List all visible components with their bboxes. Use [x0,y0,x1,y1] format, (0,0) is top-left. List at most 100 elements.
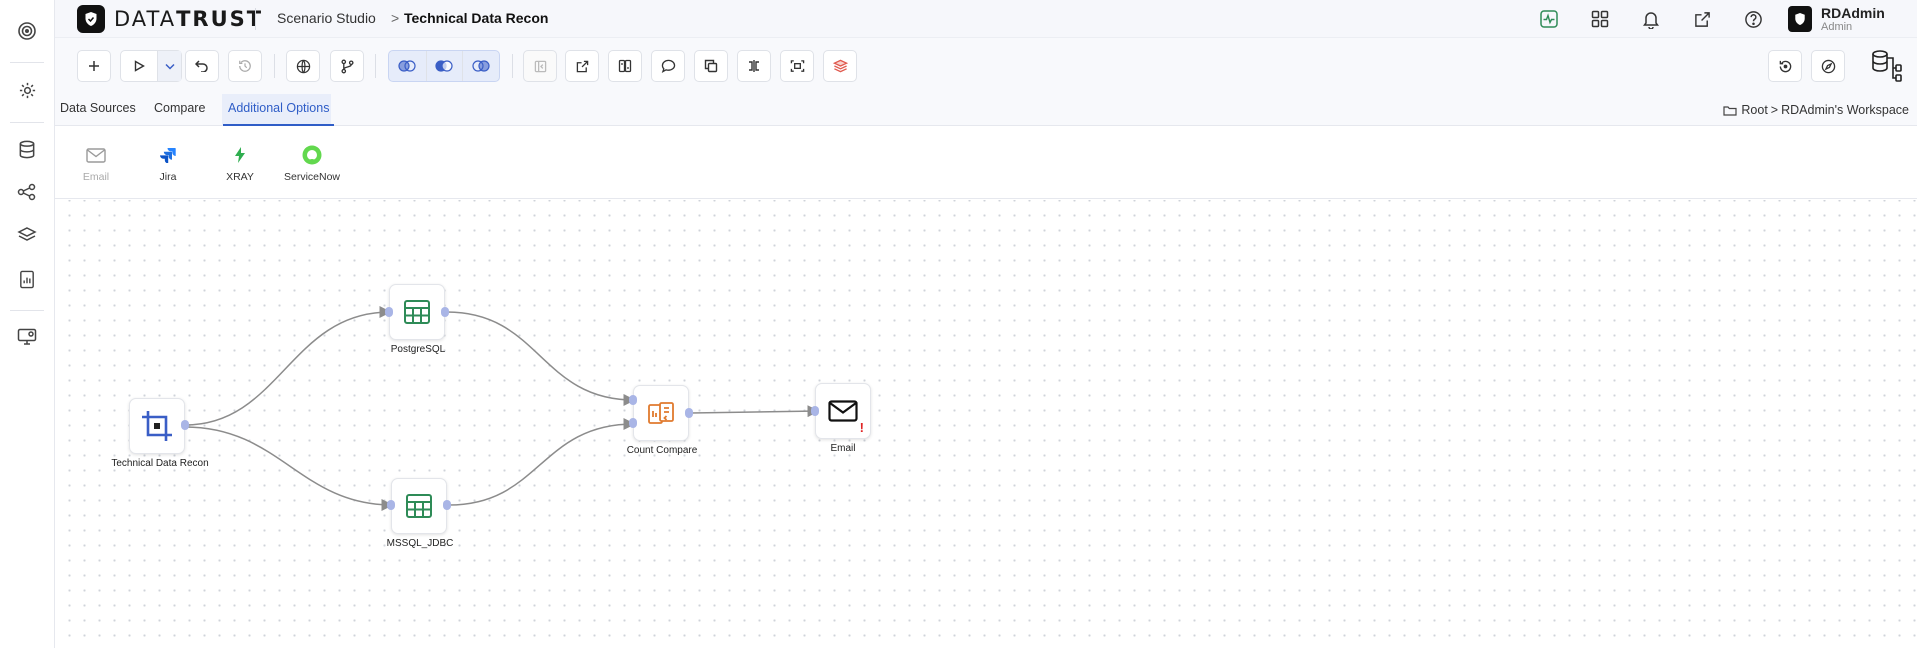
user-menu[interactable]: RDAdmin Admin [1788,4,1917,34]
table-grid-icon [404,300,430,324]
monitor-settings-icon[interactable] [12,322,42,352]
workspace-root[interactable]: Root [1741,103,1767,117]
add-button[interactable] [77,50,111,82]
run-button[interactable] [121,51,157,81]
node-label: Count Compare [626,445,698,456]
restore-icon [1779,60,1791,72]
node-input-port[interactable] [811,406,819,416]
database-tree-icon [1872,50,1902,82]
globe-button[interactable] [286,50,320,82]
join-inner-icon [435,60,454,72]
tab-compare[interactable]: Compare [154,101,205,126]
layers-icon [832,59,848,73]
branch-button[interactable] [330,50,364,82]
node-output-port[interactable] [181,420,189,430]
workflow-icon[interactable] [12,177,42,207]
chevron-down-icon [164,63,175,70]
workspace-breadcrumb[interactable]: Root > RDAdmin's Workspace [1723,103,1909,117]
join-right-button[interactable] [462,51,499,81]
run-icon [134,60,145,72]
toolbar-divider [375,54,376,78]
collapse-panel-icon [534,60,546,72]
user-name: RDAdmin [1821,5,1885,21]
settings-icon[interactable] [12,75,42,105]
history-button[interactable] [228,50,262,82]
node-label: PostgreSQL [390,344,446,355]
compass-icon [1821,59,1835,73]
fit-view-button[interactable] [780,50,814,82]
workspace-separator: > [1770,103,1779,117]
copy-button[interactable] [694,50,728,82]
join-left-button[interactable] [389,51,426,81]
restore-button[interactable] [1768,50,1802,82]
mail-icon [66,144,126,166]
node-mssql-jdbc[interactable] [391,478,447,534]
additional-options-palette: Email Jira XRAY ServiceNow [55,126,1917,199]
bell-icon[interactable] [1639,7,1663,31]
join-right-icon [472,60,490,72]
palette-item-email[interactable]: Email [66,144,126,183]
join-type-group[interactable] [388,50,500,82]
node-postgresql[interactable] [389,284,445,340]
join-inner-button[interactable] [425,51,463,81]
xray-bolt-icon [210,144,270,166]
node-count-compare[interactable] [633,385,689,441]
palette-item-label: Email [82,171,110,183]
branch-icon [340,59,354,73]
open-external-icon [576,60,588,72]
node-output-port[interactable] [443,500,451,510]
node-technical-data-recon[interactable] [129,398,185,454]
split-button[interactable] [737,50,771,82]
globe-icon [296,59,310,73]
tab-additional-options[interactable]: Additional Options [222,101,335,126]
node-input-port[interactable] [629,395,637,405]
split-icon [749,60,759,72]
toolbar-divider [512,54,513,78]
compare-button[interactable] [608,50,642,82]
report-icon[interactable] [12,264,42,294]
palette-item-label: XRAY [226,171,254,183]
add-icon [89,61,99,71]
palette-item-servicenow[interactable]: ServiceNow [282,144,342,183]
rail-divider [10,122,44,123]
header-divider [255,8,256,30]
palette-item-xray[interactable]: XRAY [210,144,270,183]
activity-icon[interactable] [1537,7,1561,31]
help-icon[interactable] [1741,7,1765,31]
page-title: Technical Data Recon [404,10,549,26]
apps-grid-icon[interactable] [1588,7,1612,31]
collapse-panel-button[interactable] [523,50,557,82]
node-input-port[interactable] [387,500,395,510]
palette-item-label: ServiceNow [283,171,341,183]
node-output-port[interactable] [685,408,693,418]
undo-icon [195,60,208,72]
node-email[interactable]: ! [815,383,871,439]
brand-logo[interactable]: DATATRUST [77,5,264,33]
palette-item-jira[interactable]: Jira [138,144,198,183]
workspace-name[interactable]: RDAdmin's Workspace [1781,103,1909,117]
tab-bar: Data Sources Compare Additional Options … [55,94,1917,126]
compass-button[interactable] [1811,50,1845,82]
target-icon[interactable] [12,16,42,46]
comment-button[interactable] [651,50,685,82]
node-label: MSSQL_JDBC [386,538,454,549]
layers-button[interactable] [823,50,857,82]
brand-wordmark: DATATRUST [114,7,264,31]
toolbar-divider [274,54,275,78]
open-external-button[interactable] [565,50,599,82]
tab-data-sources[interactable]: Data Sources [60,101,136,126]
database-tree-button[interactable] [1868,47,1904,85]
run-options-dropdown[interactable] [157,51,181,81]
palette-item-label: Jira [159,171,177,183]
crop-frame-icon [142,411,172,441]
node-input-port[interactable] [629,418,637,428]
undo-button[interactable] [185,50,219,82]
database-icon[interactable] [12,134,42,164]
node-input-port[interactable] [385,307,393,317]
breadcrumb-app[interactable]: Scenario Studio [277,10,376,26]
workflow-canvas[interactable] [56,200,1917,648]
node-output-port[interactable] [441,307,449,317]
run-button-group[interactable] [120,50,182,82]
layers-icon[interactable] [12,220,42,250]
external-link-icon[interactable] [1690,7,1714,31]
